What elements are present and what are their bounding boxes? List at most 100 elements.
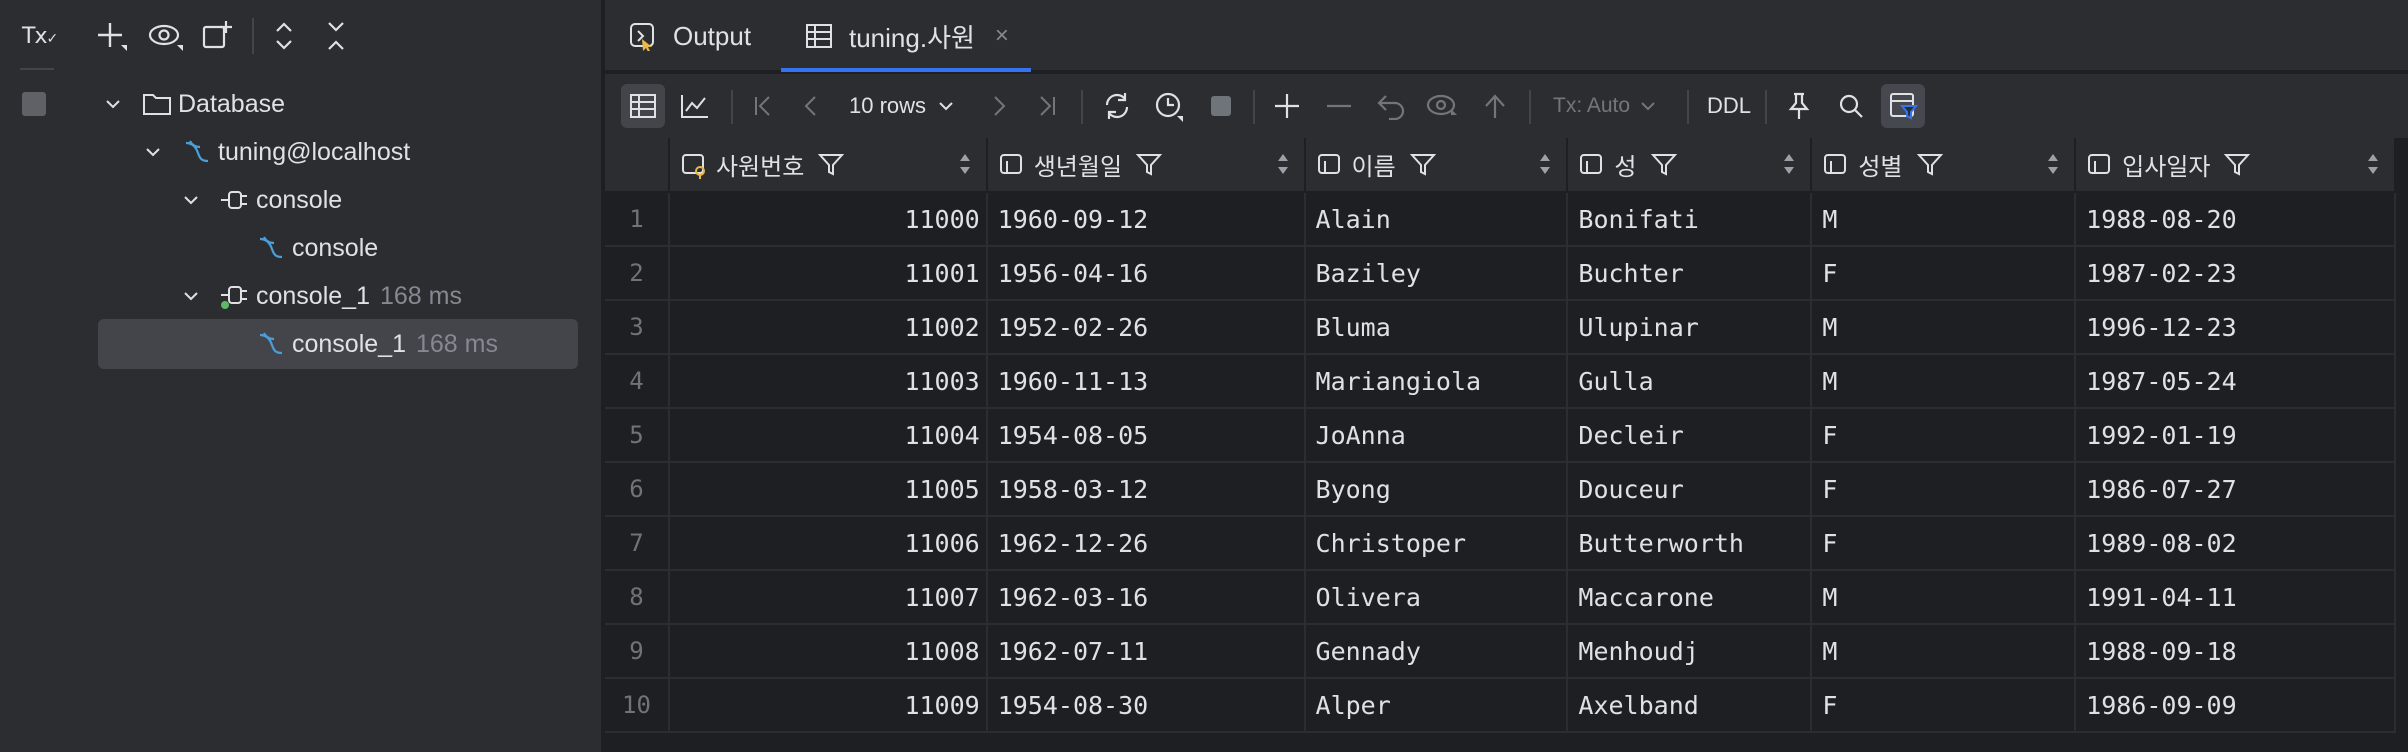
filter-icon[interactable] <box>1136 152 1163 178</box>
cell-hire-date[interactable]: 1989-08-02 <box>2075 516 2396 571</box>
tree-item-console-1-query[interactable]: console_1 168 ms <box>254 321 498 367</box>
cell-last-name[interactable]: Axelband <box>1567 678 1813 733</box>
new-session-icon[interactable] <box>196 14 240 58</box>
history-icon[interactable] <box>1147 84 1191 128</box>
column-header[interactable]: 생년월일 <box>986 138 1306 193</box>
stop-icon[interactable] <box>22 92 46 116</box>
search-icon[interactable] <box>1829 84 1873 128</box>
cell-first-name[interactable]: Gennady <box>1304 624 1569 679</box>
cell-gender[interactable]: M <box>1811 300 2077 355</box>
cell-hire-date[interactable]: 1991-04-11 <box>2075 570 2396 625</box>
tab-output[interactable]: Output <box>627 0 751 72</box>
cell-first-name[interactable]: Christoper <box>1304 516 1569 571</box>
cell-first-name[interactable]: Byong <box>1304 462 1569 517</box>
cell-hire-date[interactable]: 1992-01-19 <box>2075 408 2396 463</box>
cell-birth-date[interactable]: 1962-12-26 <box>986 516 1306 571</box>
vertical-scrollbar[interactable] <box>2396 138 2408 752</box>
cell-last-name[interactable]: Menhoudj <box>1567 624 1813 679</box>
table-row[interactable]: 2 11001 1956-04-16 Baziley Buchter F 1987-02-2… <box>605 246 2396 301</box>
table-row[interactable]: 1 11000 1960-09-12 Alain Bonifati M 1988-08-20 <box>605 192 2396 247</box>
tree-item-console-query[interactable]: console <box>254 225 378 271</box>
column-header[interactable]: 사원번호 <box>668 138 988 193</box>
cell-birth-date[interactable]: 1954-08-30 <box>986 678 1306 733</box>
tab-tuning-employee[interactable]: tuning.사원 × <box>781 0 1031 72</box>
cell-employee-no[interactable]: 11002 <box>668 300 988 355</box>
chart-view-icon[interactable] <box>673 84 717 128</box>
cell-last-name[interactable]: Decleir <box>1567 408 1813 463</box>
collapse-all-icon[interactable] <box>314 14 358 58</box>
expand-all-icon[interactable] <box>262 14 306 58</box>
cell-employee-no[interactable]: 11007 <box>668 570 988 625</box>
next-page-icon[interactable] <box>977 84 1021 128</box>
cell-employee-no[interactable]: 11000 <box>668 192 988 247</box>
cell-gender[interactable]: M <box>1811 570 2077 625</box>
sort-icon[interactable] <box>2366 152 2380 183</box>
filter-icon[interactable] <box>2224 152 2251 178</box>
sort-icon[interactable] <box>2046 152 2060 183</box>
chevron-down-icon[interactable] <box>100 91 126 117</box>
tx-label[interactable]: Tx✓ <box>22 24 58 49</box>
cell-first-name[interactable]: Bluma <box>1304 300 1569 355</box>
filter-icon[interactable] <box>1916 152 1943 178</box>
cell-hire-date[interactable]: 1988-08-20 <box>2075 192 2396 247</box>
filter-icon[interactable] <box>818 152 845 178</box>
cell-gender[interactable]: F <box>1811 246 2077 301</box>
table-row[interactable]: 10 11009 1954-08-30 Alper Axelband F 1986-09-0… <box>605 678 2396 733</box>
cell-gender[interactable]: M <box>1811 354 2077 409</box>
cell-hire-date[interactable]: 1986-09-09 <box>2075 678 2396 733</box>
cell-first-name[interactable]: Alper <box>1304 678 1569 733</box>
refresh-icon[interactable] <box>1095 84 1139 128</box>
table-row[interactable]: 3 11002 1952-02-26 Bluma Ulupinar M 1996-12-23 <box>605 300 2396 355</box>
previous-page-icon[interactable] <box>789 84 833 128</box>
add-icon[interactable] <box>90 14 134 58</box>
column-header[interactable]: 입사일자 <box>2075 138 2396 193</box>
table-row[interactable]: 6 11005 1958-03-12 Byong Douceur F 1986-07-27 <box>605 462 2396 517</box>
cell-employee-no[interactable]: 11008 <box>668 624 988 679</box>
tree-item-console[interactable]: console <box>178 177 342 223</box>
cell-first-name[interactable]: Mariangiola <box>1304 354 1569 409</box>
table-view-icon[interactable] <box>621 84 665 128</box>
cell-birth-date[interactable]: 1956-04-16 <box>986 246 1306 301</box>
cell-hire-date[interactable]: 1987-02-23 <box>2075 246 2396 301</box>
delete-row-icon[interactable] <box>1317 84 1361 128</box>
chevron-down-icon[interactable] <box>178 283 204 309</box>
chevron-down-icon[interactable] <box>178 187 204 213</box>
filter-panel-icon[interactable] <box>1881 84 1925 128</box>
submit-icon[interactable] <box>1473 84 1517 128</box>
close-icon[interactable]: × <box>995 22 1009 50</box>
cell-birth-date[interactable]: 1952-02-26 <box>986 300 1306 355</box>
cell-hire-date[interactable]: 1987-05-24 <box>2075 354 2396 409</box>
cell-employee-no[interactable]: 11001 <box>668 246 988 301</box>
cell-gender[interactable]: F <box>1811 408 2077 463</box>
sort-icon[interactable] <box>1782 152 1796 183</box>
cell-gender[interactable]: M <box>1811 192 2077 247</box>
cell-first-name[interactable]: Alain <box>1304 192 1569 247</box>
table-row[interactable]: 5 11004 1954-08-05 JoAnna Decleir F 1992-01-19 <box>605 408 2396 463</box>
first-page-icon[interactable] <box>741 84 785 128</box>
cell-birth-date[interactable]: 1962-07-11 <box>986 624 1306 679</box>
add-row-icon[interactable] <box>1265 84 1309 128</box>
transaction-mode-dropdown[interactable]: Tx: Auto <box>1543 84 1668 128</box>
cell-last-name[interactable]: Buchter <box>1567 246 1813 301</box>
filter-icon[interactable] <box>1409 152 1436 178</box>
preview-changes-icon[interactable] <box>1421 84 1465 128</box>
sort-icon[interactable] <box>1276 152 1290 183</box>
tree-item-database[interactable]: Database <box>100 81 285 127</box>
page-size-dropdown[interactable]: 10 rows <box>839 84 966 128</box>
cell-first-name[interactable]: Olivera <box>1304 570 1569 625</box>
column-header[interactable]: 성 <box>1567 138 1813 193</box>
ddl-button[interactable]: DDL <box>1699 84 1759 128</box>
cell-hire-date[interactable]: 1986-07-27 <box>2075 462 2396 517</box>
cell-gender[interactable]: M <box>1811 624 2077 679</box>
cell-last-name[interactable]: Ulupinar <box>1567 300 1813 355</box>
cell-last-name[interactable]: Maccarone <box>1567 570 1813 625</box>
cell-employee-no[interactable]: 11009 <box>668 678 988 733</box>
cell-hire-date[interactable]: 1988-09-18 <box>2075 624 2396 679</box>
tree-item-console-1[interactable]: console_1 168 ms <box>178 273 462 319</box>
cell-birth-date[interactable]: 1954-08-05 <box>986 408 1306 463</box>
cell-employee-no[interactable]: 11004 <box>668 408 988 463</box>
pin-icon[interactable] <box>1777 84 1821 128</box>
chevron-down-icon[interactable] <box>140 139 166 165</box>
tree-item-tuning-localhost[interactable]: tuning@localhost <box>140 129 410 175</box>
cell-birth-date[interactable]: 1960-09-12 <box>986 192 1306 247</box>
